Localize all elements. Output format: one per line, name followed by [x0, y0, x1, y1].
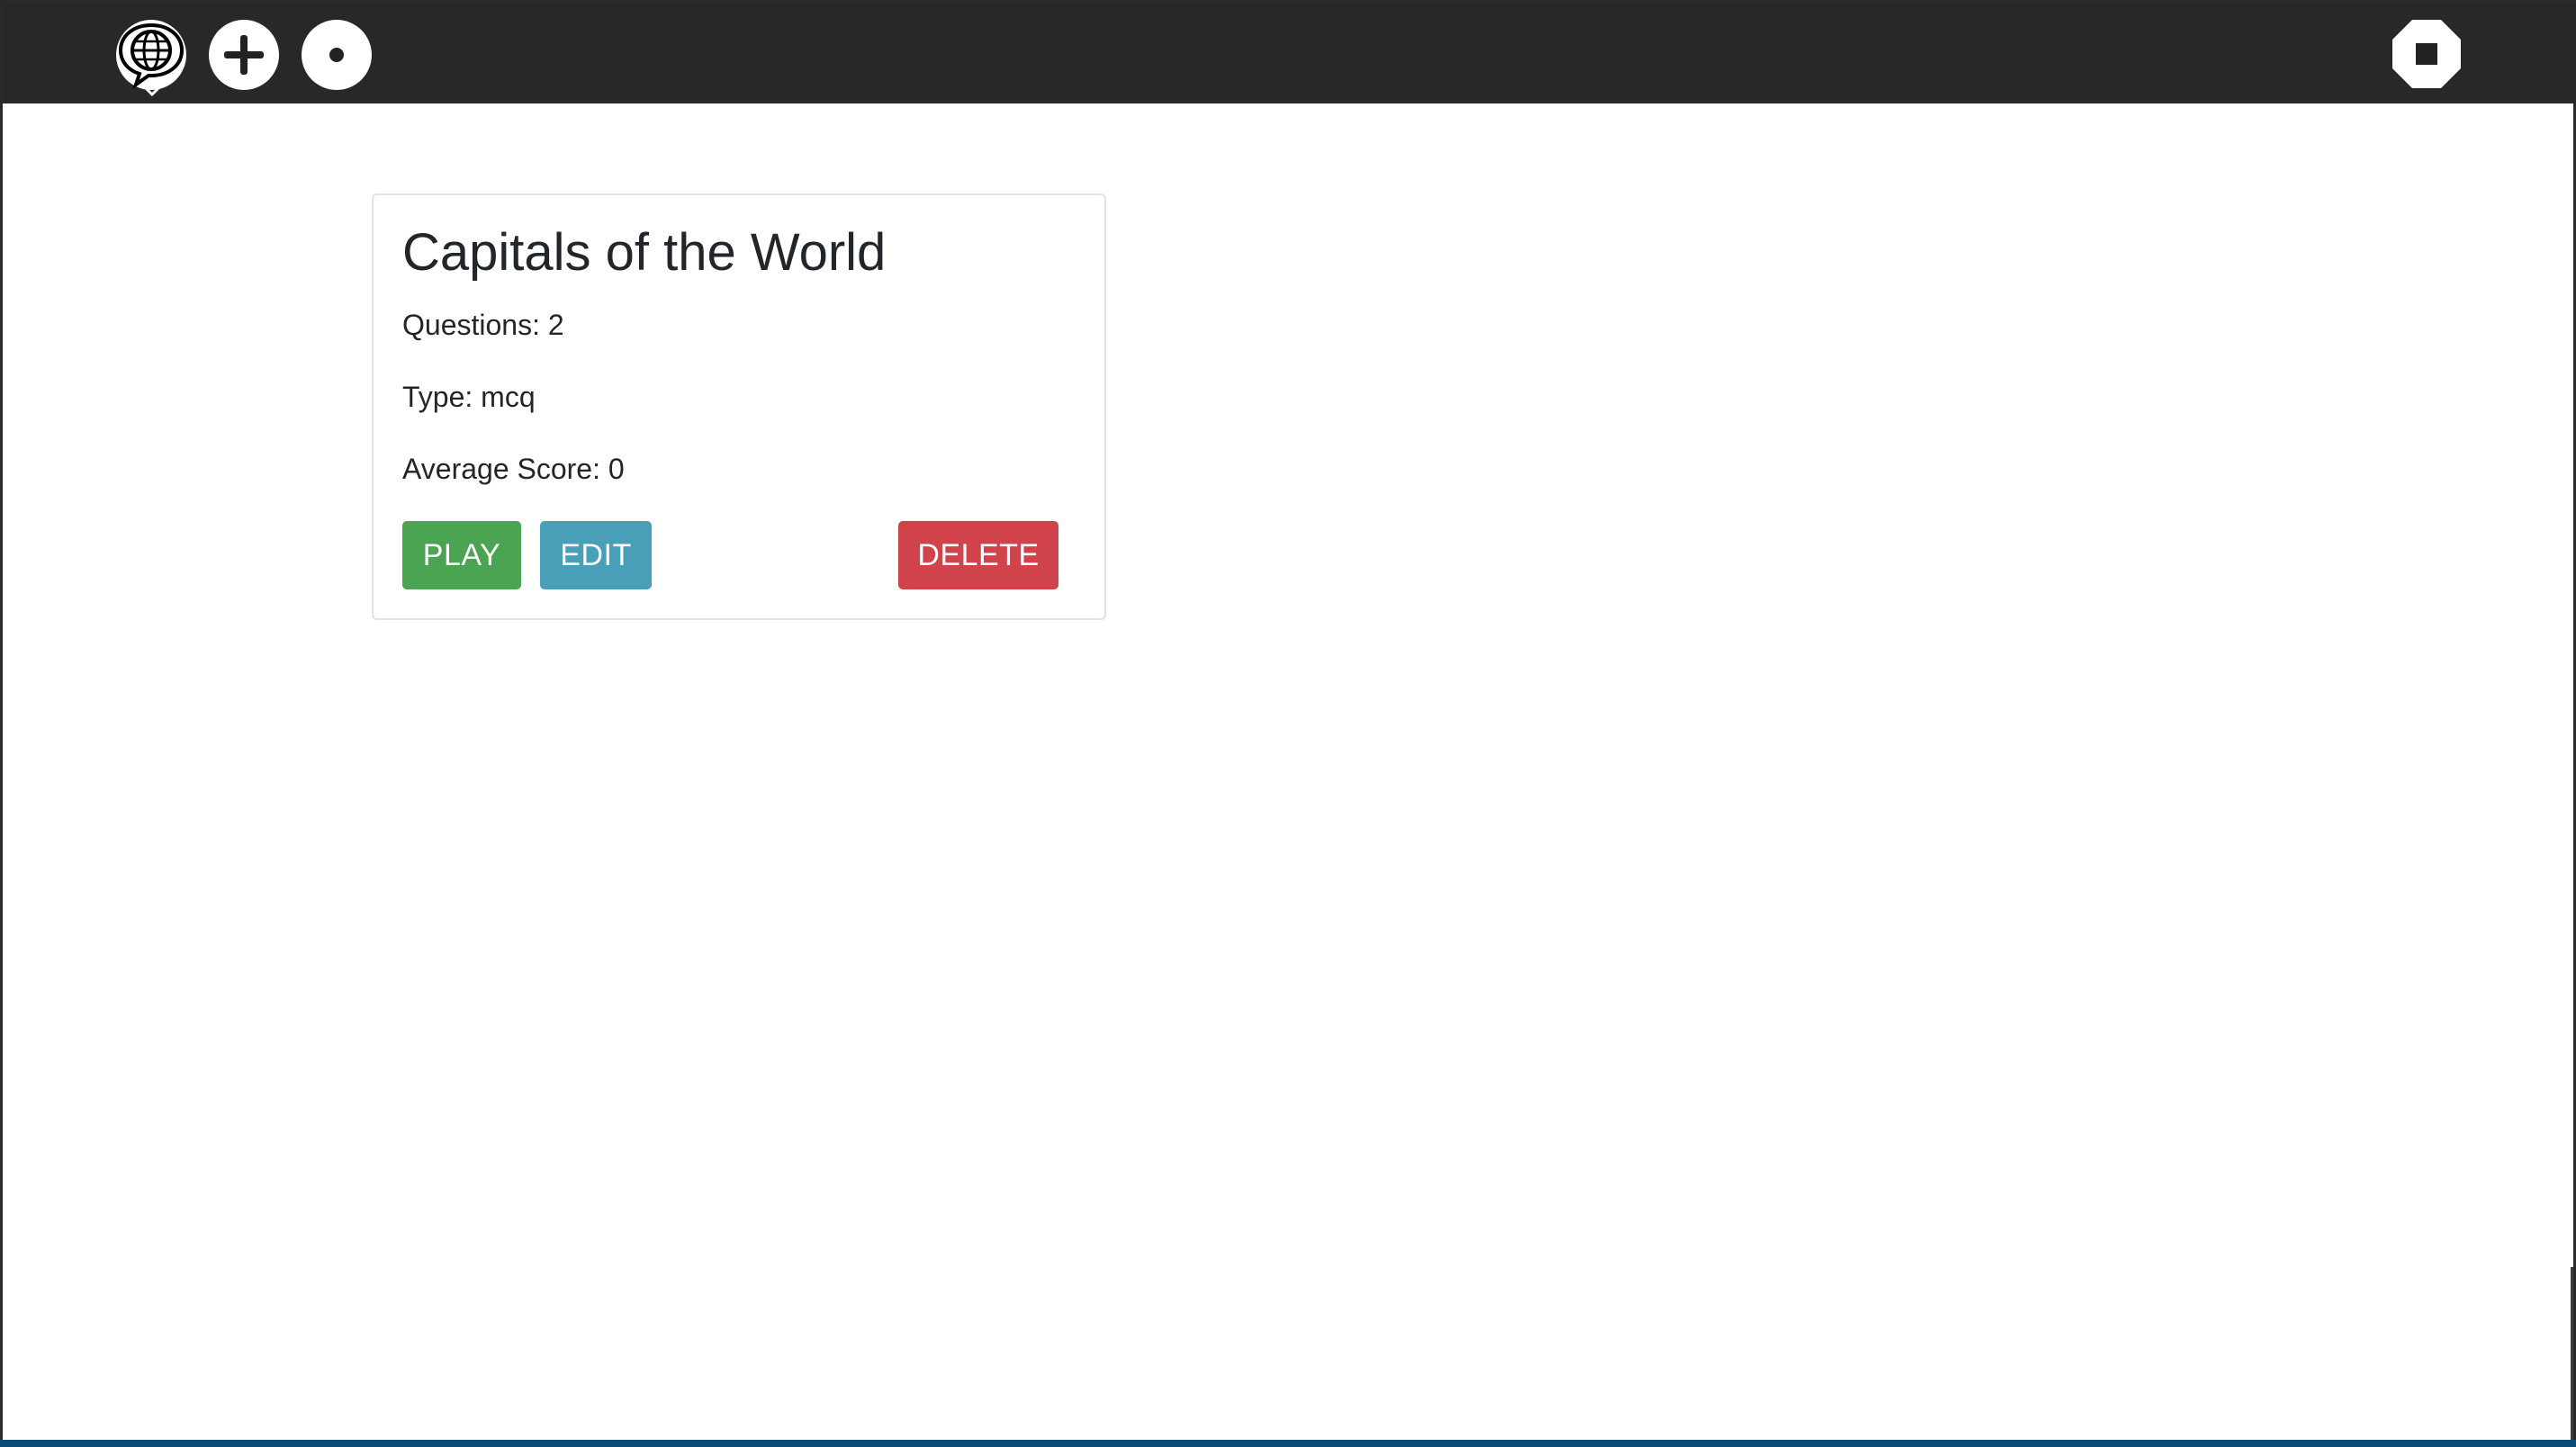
quiz-type: Type: mcq	[402, 381, 536, 413]
play-button[interactable]: PLAY	[402, 521, 521, 589]
scrollbar[interactable]	[2571, 1267, 2573, 1440]
record-button[interactable]	[302, 20, 372, 90]
language-button[interactable]	[116, 20, 186, 90]
bottom-edge	[0, 1440, 2576, 1447]
stop-octagon-icon[interactable]	[2391, 18, 2463, 90]
add-button[interactable]	[209, 20, 279, 90]
average-score: Average Score: 0	[402, 453, 625, 485]
questions-count: Questions: 2	[402, 309, 564, 341]
quiz-title: Capitals of the World	[402, 223, 887, 282]
chevron-down-icon[interactable]	[143, 85, 161, 98]
delete-button[interactable]: DELETE	[898, 521, 1058, 589]
edit-button[interactable]: EDIT	[540, 521, 652, 589]
plus-icon	[224, 35, 264, 75]
globe-speech-bubble-icon	[118, 22, 185, 90]
top-toolbar	[3, 3, 2576, 103]
app-window: Capitals of the World Questions: 2 Type:…	[0, 0, 2576, 1447]
dot-icon	[329, 48, 344, 62]
quiz-card: Capitals of the World Questions: 2 Type:…	[372, 193, 1106, 620]
